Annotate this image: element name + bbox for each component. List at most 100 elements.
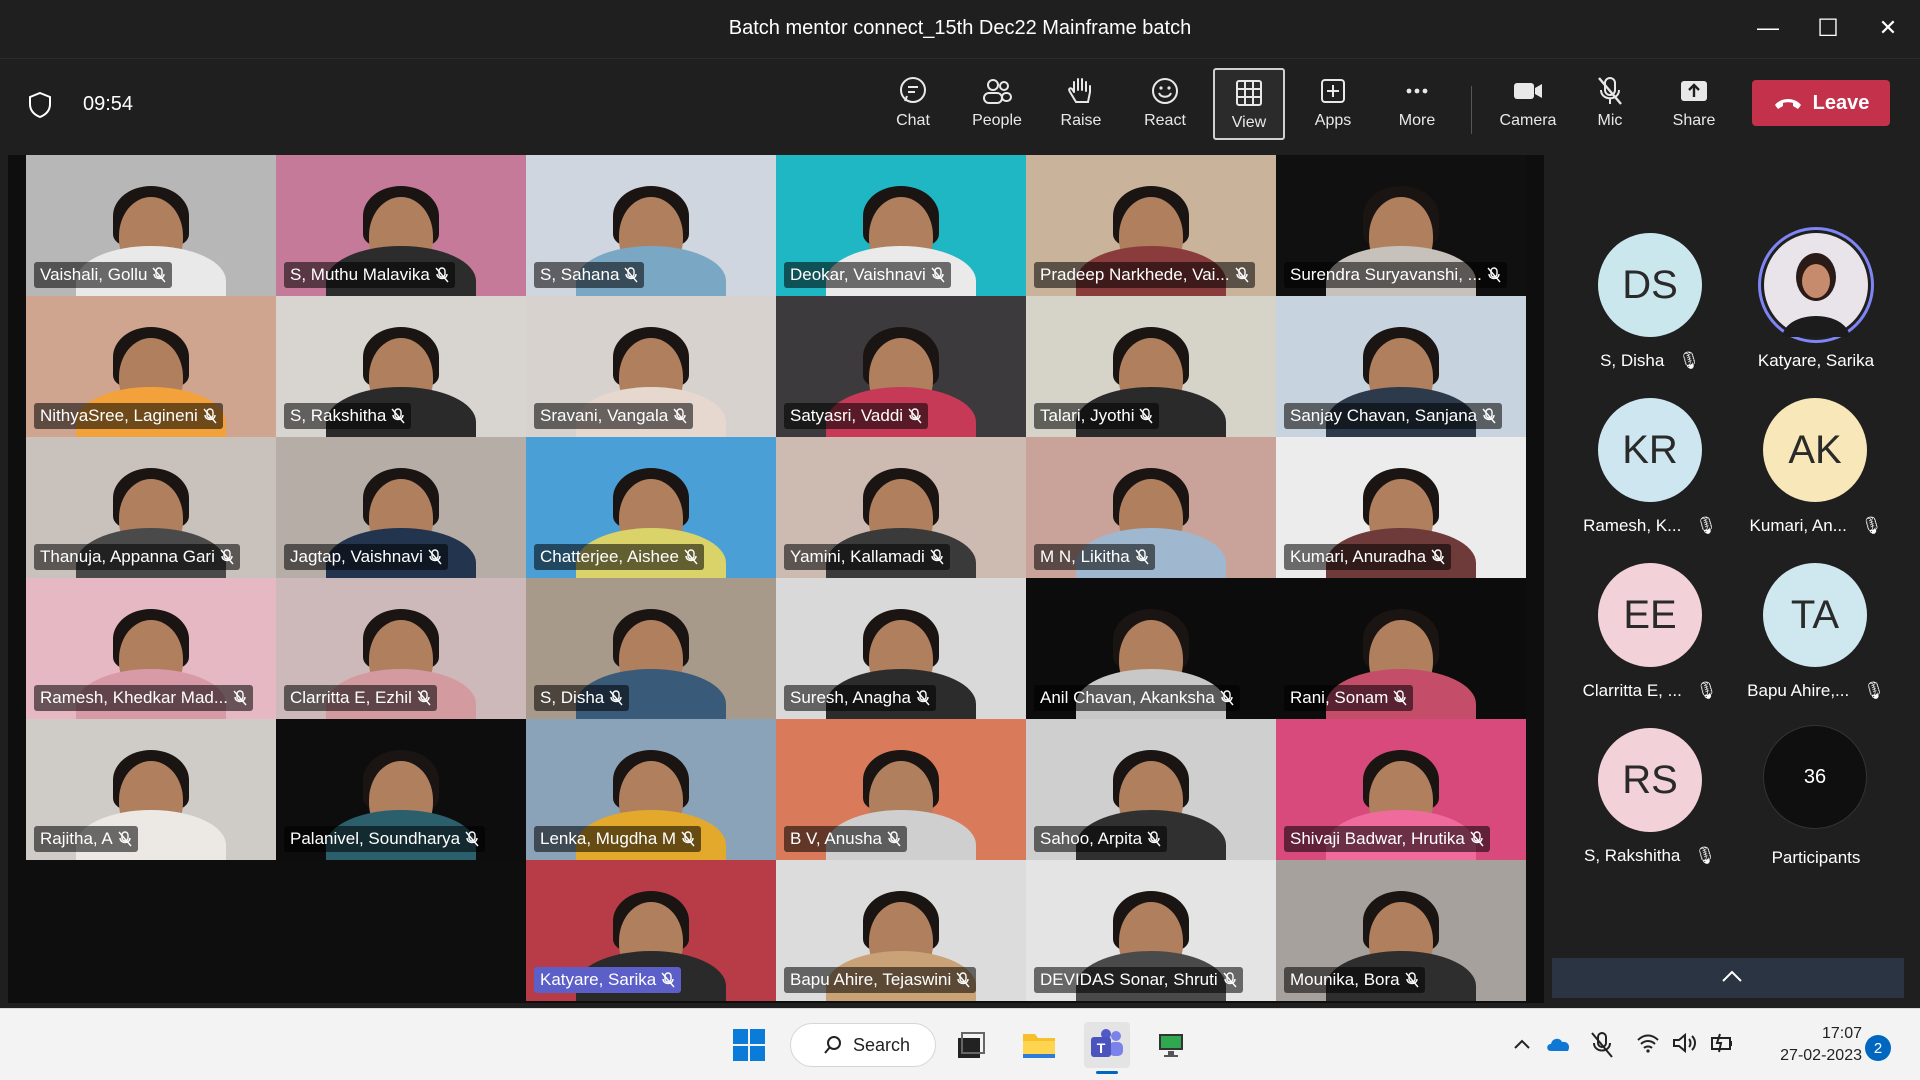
participant-name-tag: B V, Anusha (784, 826, 908, 852)
camera-button[interactable]: Camera (1490, 68, 1566, 140)
chevron-up-icon[interactable] (1512, 1037, 1532, 1051)
participant-video-tile[interactable]: Thanuja, Appanna Gari (26, 437, 276, 578)
mic-off-icon (1235, 267, 1249, 283)
task-view-button[interactable] (948, 1022, 994, 1068)
participant-video-tile[interactable]: Sravani, Vangala (526, 296, 776, 437)
mic-off-icon (417, 690, 431, 706)
avatar-katyare-sarika[interactable] (1758, 227, 1874, 343)
avatar-name: Ramesh, K... (1583, 516, 1682, 535)
file-explorer-button[interactable] (1016, 1022, 1062, 1068)
system-clock[interactable]: 17:07 27-02-2023 (1752, 1023, 1862, 1067)
avatar-kr[interactable]: KR (1598, 398, 1702, 502)
participant-video-tile[interactable]: DEVIDAS Sonar, Shruti (1026, 860, 1276, 1001)
notification-badge[interactable]: 2 (1865, 1035, 1891, 1061)
teams-button[interactable]: T (1084, 1022, 1130, 1074)
participant-video-tile[interactable]: S, Muthu Malavika (276, 155, 526, 296)
chevron-up-icon[interactable] (1720, 968, 1744, 984)
mic-off-icon: 🎙 (1678, 351, 1700, 370)
participant-video-tile[interactable]: Shivaji Badwar, Hrutika (1276, 719, 1526, 860)
participant-video-tile[interactable]: Sanjay Chavan, Sanjana (1276, 296, 1526, 437)
participant-video-tile[interactable]: Clarritta E, Ezhil (276, 578, 526, 719)
teams-icon: T (1091, 1029, 1123, 1057)
participant-video-tile[interactable]: Bapu Ahire, Tejaswini (776, 860, 1026, 1001)
participant-video-tile[interactable]: Vaishali, Gollu (26, 155, 276, 296)
participants-label: Participants (1736, 848, 1896, 868)
leave-button[interactable]: Leave (1752, 80, 1890, 126)
mic-button[interactable]: Mic (1574, 68, 1646, 140)
mic-off-icon (681, 831, 695, 847)
participant-name-tag: Jagtap, Vaishnavi (284, 544, 448, 570)
clock-date: 27-02-2023 (1780, 1047, 1862, 1064)
more-label: More (1398, 112, 1436, 129)
participant-video-tile[interactable]: M N, Likitha (1026, 437, 1276, 578)
participant-video-tile[interactable]: Kumari, Anuradha (1276, 437, 1526, 578)
participant-video-tile[interactable]: Rajitha, A (26, 719, 276, 860)
participant-video-tile[interactable]: Chatterjee, Aishee (526, 437, 776, 578)
participant-name: Ramesh, Khedkar Mad... (40, 688, 229, 707)
raise-hand-button[interactable]: Raise (1045, 68, 1117, 140)
start-button[interactable] (726, 1022, 772, 1068)
participant-name: Clarritta E, Ezhil (290, 688, 412, 707)
participant-video-tile[interactable]: S, Disha (526, 578, 776, 719)
participant-video-tile[interactable]: Ramesh, Khedkar Mad... (26, 578, 276, 719)
participant-name-tag: Lenka, Mugdha M (534, 826, 702, 852)
remote-desktop-button[interactable] (1148, 1022, 1194, 1068)
avatar-ds[interactable]: DS (1598, 233, 1702, 337)
participant-name-tag: Deokar, Vaishnavi (784, 262, 951, 288)
avatar-label-ak: Kumari, An... 🎙 (1736, 516, 1896, 536)
participant-video-tile[interactable]: S, Sahana (526, 155, 776, 296)
participant-video-tile[interactable]: Sahoo, Arpita (1026, 719, 1276, 860)
avatar-ak[interactable]: AK (1763, 398, 1867, 502)
participant-video-tile[interactable]: Satyasri, Vaddi (776, 296, 1026, 437)
clock-time: 17:07 (1821, 1025, 1862, 1042)
participant-video-tile[interactable]: B V, Anusha (776, 719, 1026, 860)
people-button[interactable]: People (961, 68, 1033, 140)
participant-video-tile[interactable]: NithyaSree, Lagineni (26, 296, 276, 437)
avatar-ee[interactable]: EE (1598, 563, 1702, 667)
participant-video-tile[interactable]: S, Rakshitha (276, 296, 526, 437)
mic-off-icon (233, 690, 247, 706)
active-indicator (1096, 1071, 1118, 1074)
title-bar: Batch mentor connect_15th Dec22 Mainfram… (0, 0, 1920, 59)
wifi-icon[interactable] (1636, 1033, 1660, 1053)
participant-video-tile[interactable]: Katyare, Sarika (526, 860, 776, 1001)
participant-video-tile[interactable]: Palanivel, Soundharya (276, 719, 526, 860)
avatar-rs[interactable]: RS (1598, 728, 1702, 832)
view-button[interactable]: View (1213, 68, 1285, 140)
speaker-icon[interactable] (1672, 1033, 1698, 1053)
shield-icon[interactable] (28, 92, 52, 118)
more-button[interactable]: More (1381, 68, 1453, 140)
participant-video-tile[interactable]: Yamini, Kallamadi (776, 437, 1026, 578)
participant-video-tile[interactable]: Mounika, Bora (1276, 860, 1526, 1001)
participant-video-tile[interactable]: Anil Chavan, Akanksha (1026, 578, 1276, 719)
taskbar-search[interactable]: Search (790, 1023, 936, 1067)
participant-video-tile[interactable]: Rani, Sonam (1276, 578, 1526, 719)
self-preview-bar[interactable] (1552, 958, 1904, 998)
participant-video-tile[interactable]: Lenka, Mugdha M (526, 719, 776, 860)
participant-video-tile[interactable]: Talari, Jyothi (1026, 296, 1276, 437)
participant-name: S, Sahana (540, 265, 620, 284)
battery-charging-icon[interactable] (1708, 1033, 1734, 1053)
participant-video-tile[interactable]: Surendra Suryavanshi, ... (1276, 155, 1526, 296)
close-button[interactable]: ✕ (1868, 8, 1908, 48)
participant-name: Deokar, Vaishnavi (790, 265, 926, 284)
maximize-button[interactable]: ☐ (1808, 8, 1848, 48)
apps-button[interactable]: Apps (1297, 68, 1369, 140)
participant-name: Palanivel, Soundharya (290, 829, 461, 848)
chat-button[interactable]: Chat (877, 68, 949, 140)
onedrive-icon[interactable] (1546, 1035, 1572, 1053)
minimize-button[interactable]: — (1748, 8, 1788, 48)
participant-video-tile[interactable]: Pradeep Narkhede, Vai... (1026, 155, 1276, 296)
participant-video-tile[interactable]: Deokar, Vaishnavi (776, 155, 1026, 296)
mic-off-icon (930, 549, 944, 565)
participant-name: M N, Likitha (1040, 547, 1130, 566)
participants-overflow-button[interactable]: 36 (1763, 725, 1867, 829)
share-button[interactable]: Share (1658, 68, 1730, 140)
participant-video-tile[interactable]: Suresh, Anagha (776, 578, 1026, 719)
avatar-ta[interactable]: TA (1763, 563, 1867, 667)
participant-name: B V, Anusha (790, 829, 883, 848)
react-button[interactable]: React (1129, 68, 1201, 140)
participant-video-tile[interactable]: Jagtap, Vaishnavi (276, 437, 526, 578)
participant-name-tag: Yamini, Kallamadi (784, 544, 950, 570)
mic-muted-icon[interactable] (1590, 1031, 1614, 1059)
